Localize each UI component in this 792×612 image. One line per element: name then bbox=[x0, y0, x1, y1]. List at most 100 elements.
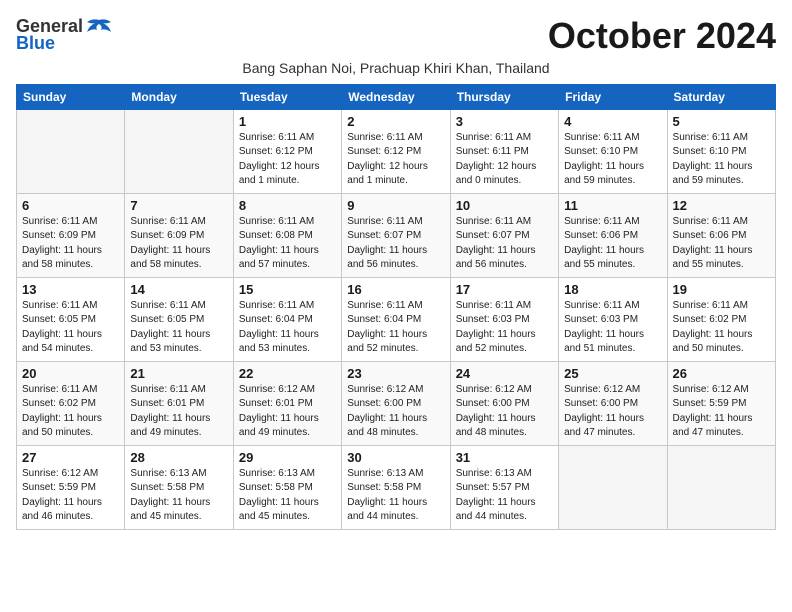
col-sunday: Sunday bbox=[17, 84, 125, 109]
day-info: Sunrise: 6:11 AMSunset: 6:06 PMDaylight:… bbox=[673, 215, 770, 273]
calendar-week-4: 20Sunrise: 6:11 AMSunset: 6:02 PMDayligh… bbox=[17, 361, 776, 445]
day-number: 17 bbox=[456, 282, 553, 297]
day-number: 13 bbox=[22, 282, 119, 297]
logo: General Blue bbox=[16, 16, 113, 54]
day-number: 28 bbox=[130, 450, 227, 465]
col-saturday: Saturday bbox=[667, 84, 775, 109]
day-info: Sunrise: 6:12 AMSunset: 5:59 PMDaylight:… bbox=[673, 383, 770, 441]
col-tuesday: Tuesday bbox=[233, 84, 341, 109]
calendar-cell: 29 Sunrise: 6:13 AMSunset: 5:58 PMDayligh… bbox=[233, 445, 341, 529]
day-info: Sunrise: 6:11 AMSunset: 6:04 PMDaylight:… bbox=[347, 299, 444, 357]
day-info: Sunrise: 6:12 AMSunset: 5:59 PMDaylight:… bbox=[22, 467, 119, 525]
day-info: Sunrise: 6:11 AMSunset: 6:09 PMDaylight:… bbox=[22, 215, 119, 273]
day-info: Sunrise: 6:11 AMSunset: 6:10 PMDaylight:… bbox=[673, 131, 770, 189]
calendar-cell: 3 Sunrise: 6:11 AMSunset: 6:11 PMDaylight… bbox=[450, 109, 558, 193]
day-number: 12 bbox=[673, 198, 770, 213]
header-row: Sunday Monday Tuesday Wednesday Thursday… bbox=[17, 84, 776, 109]
day-number: 14 bbox=[130, 282, 227, 297]
day-info: Sunrise: 6:11 AMSunset: 6:12 PMDaylight:… bbox=[239, 131, 336, 189]
calendar-cell: 19Sunrise: 6:11 AMSunset: 6:02 PMDayligh… bbox=[667, 277, 775, 361]
day-number: 3 bbox=[456, 114, 553, 129]
logo-bird-icon bbox=[85, 18, 113, 36]
day-number: 25 bbox=[564, 366, 661, 381]
calendar-cell: 18 Sunrise: 6:11 AMSunset: 6:03 PMDayligh… bbox=[559, 277, 667, 361]
day-info: Sunrise: 6:13 AMSunset: 5:58 PMDaylight:… bbox=[239, 467, 336, 525]
calendar-cell: 24 Sunrise: 6:12 AMSunset: 6:00 PMDayligh… bbox=[450, 361, 558, 445]
day-number: 15 bbox=[239, 282, 336, 297]
header: General Blue October 2024 bbox=[16, 16, 776, 56]
day-info: Sunrise: 6:11 AMSunset: 6:05 PMDaylight:… bbox=[22, 299, 119, 357]
day-number: 27 bbox=[22, 450, 119, 465]
day-number: 9 bbox=[347, 198, 444, 213]
calendar-cell: 21Sunrise: 6:11 AMSunset: 6:01 PMDayligh… bbox=[125, 361, 233, 445]
day-number: 31 bbox=[456, 450, 553, 465]
day-number: 20 bbox=[22, 366, 119, 381]
day-info: Sunrise: 6:12 AMSunset: 6:00 PMDaylight:… bbox=[564, 383, 661, 441]
day-info: Sunrise: 6:11 AMSunset: 6:04 PMDaylight:… bbox=[239, 299, 336, 357]
day-number: 8 bbox=[239, 198, 336, 213]
day-info: Sunrise: 6:12 AMSunset: 6:01 PMDaylight:… bbox=[239, 383, 336, 441]
day-info: Sunrise: 6:11 AMSunset: 6:11 PMDaylight:… bbox=[456, 131, 553, 189]
calendar-cell bbox=[125, 109, 233, 193]
day-info: Sunrise: 6:11 AMSunset: 6:07 PMDaylight:… bbox=[347, 215, 444, 273]
day-number: 10 bbox=[456, 198, 553, 213]
calendar-cell bbox=[17, 109, 125, 193]
calendar-cell: 8Sunrise: 6:11 AMSunset: 6:08 PMDaylight… bbox=[233, 193, 341, 277]
calendar-cell: 13 Sunrise: 6:11 AMSunset: 6:05 PMDayligh… bbox=[17, 277, 125, 361]
logo-blue: Blue bbox=[16, 33, 55, 54]
calendar-cell: 25 Sunrise: 6:12 AMSunset: 6:00 PMDayligh… bbox=[559, 361, 667, 445]
day-info: Sunrise: 6:11 AMSunset: 6:09 PMDaylight:… bbox=[130, 215, 227, 273]
day-number: 18 bbox=[564, 282, 661, 297]
day-info: Sunrise: 6:11 AMSunset: 6:03 PMDaylight:… bbox=[564, 299, 661, 357]
day-number: 30 bbox=[347, 450, 444, 465]
day-info: Sunrise: 6:11 AMSunset: 6:03 PMDaylight:… bbox=[456, 299, 553, 357]
calendar-cell: 22 Sunrise: 6:12 AMSunset: 6:01 PMDayligh… bbox=[233, 361, 341, 445]
day-info: Sunrise: 6:13 AMSunset: 5:58 PMDaylight:… bbox=[347, 467, 444, 525]
calendar-cell: 15 Sunrise: 6:11 AMSunset: 6:04 PMDayligh… bbox=[233, 277, 341, 361]
calendar-cell: 6 Sunrise: 6:11 AMSunset: 6:09 PMDaylight… bbox=[17, 193, 125, 277]
calendar-cell: 2Sunrise: 6:11 AMSunset: 6:12 PMDaylight… bbox=[342, 109, 450, 193]
day-info: Sunrise: 6:12 AMSunset: 6:00 PMDaylight:… bbox=[347, 383, 444, 441]
calendar-cell: 14Sunrise: 6:11 AMSunset: 6:05 PMDayligh… bbox=[125, 277, 233, 361]
day-number: 16 bbox=[347, 282, 444, 297]
calendar-cell: 26 Sunrise: 6:12 AMSunset: 5:59 PMDayligh… bbox=[667, 361, 775, 445]
day-number: 1 bbox=[239, 114, 336, 129]
col-thursday: Thursday bbox=[450, 84, 558, 109]
calendar-cell: 12 Sunrise: 6:11 AMSunset: 6:06 PMDayligh… bbox=[667, 193, 775, 277]
calendar-cell: 16 Sunrise: 6:11 AMSunset: 6:04 PMDayligh… bbox=[342, 277, 450, 361]
day-number: 7 bbox=[130, 198, 227, 213]
day-info: Sunrise: 6:11 AMSunset: 6:06 PMDaylight:… bbox=[564, 215, 661, 273]
calendar-page: General Blue October 2024 Bang Saphan No… bbox=[0, 0, 792, 540]
calendar-cell: 31Sunrise: 6:13 AMSunset: 5:57 PMDayligh… bbox=[450, 445, 558, 529]
day-number: 5 bbox=[673, 114, 770, 129]
col-monday: Monday bbox=[125, 84, 233, 109]
day-info: Sunrise: 6:11 AMSunset: 6:12 PMDaylight:… bbox=[347, 131, 444, 189]
calendar-cell: 20Sunrise: 6:11 AMSunset: 6:02 PMDayligh… bbox=[17, 361, 125, 445]
calendar-week-2: 6 Sunrise: 6:11 AMSunset: 6:09 PMDaylight… bbox=[17, 193, 776, 277]
day-number: 11 bbox=[564, 198, 661, 213]
calendar-week-5: 27 Sunrise: 6:12 AMSunset: 5:59 PMDayligh… bbox=[17, 445, 776, 529]
day-info: Sunrise: 6:11 AMSunset: 6:01 PMDaylight:… bbox=[130, 383, 227, 441]
calendar-cell: 11 Sunrise: 6:11 AMSunset: 6:06 PMDayligh… bbox=[559, 193, 667, 277]
calendar-cell: 1 Sunrise: 6:11 AMSunset: 6:12 PMDaylight… bbox=[233, 109, 341, 193]
day-info: Sunrise: 6:13 AMSunset: 5:58 PMDaylight:… bbox=[130, 467, 227, 525]
calendar-cell: 30 Sunrise: 6:13 AMSunset: 5:58 PMDayligh… bbox=[342, 445, 450, 529]
day-number: 26 bbox=[673, 366, 770, 381]
day-number: 29 bbox=[239, 450, 336, 465]
calendar-cell: 23Sunrise: 6:12 AMSunset: 6:00 PMDayligh… bbox=[342, 361, 450, 445]
month-title: October 2024 bbox=[548, 16, 776, 56]
day-number: 22 bbox=[239, 366, 336, 381]
day-info: Sunrise: 6:12 AMSunset: 6:00 PMDaylight:… bbox=[456, 383, 553, 441]
day-number: 24 bbox=[456, 366, 553, 381]
col-wednesday: Wednesday bbox=[342, 84, 450, 109]
calendar-cell bbox=[559, 445, 667, 529]
calendar-cell: 17 Sunrise: 6:11 AMSunset: 6:03 PMDayligh… bbox=[450, 277, 558, 361]
day-info: Sunrise: 6:11 AMSunset: 6:10 PMDaylight:… bbox=[564, 131, 661, 189]
calendar-cell: 27 Sunrise: 6:12 AMSunset: 5:59 PMDayligh… bbox=[17, 445, 125, 529]
calendar-cell: 10 Sunrise: 6:11 AMSunset: 6:07 PMDayligh… bbox=[450, 193, 558, 277]
calendar-week-1: 1 Sunrise: 6:11 AMSunset: 6:12 PMDaylight… bbox=[17, 109, 776, 193]
calendar-cell: 28 Sunrise: 6:13 AMSunset: 5:58 PMDayligh… bbox=[125, 445, 233, 529]
day-info: Sunrise: 6:11 AMSunset: 6:07 PMDaylight:… bbox=[456, 215, 553, 273]
day-number: 6 bbox=[22, 198, 119, 213]
day-number: 4 bbox=[564, 114, 661, 129]
